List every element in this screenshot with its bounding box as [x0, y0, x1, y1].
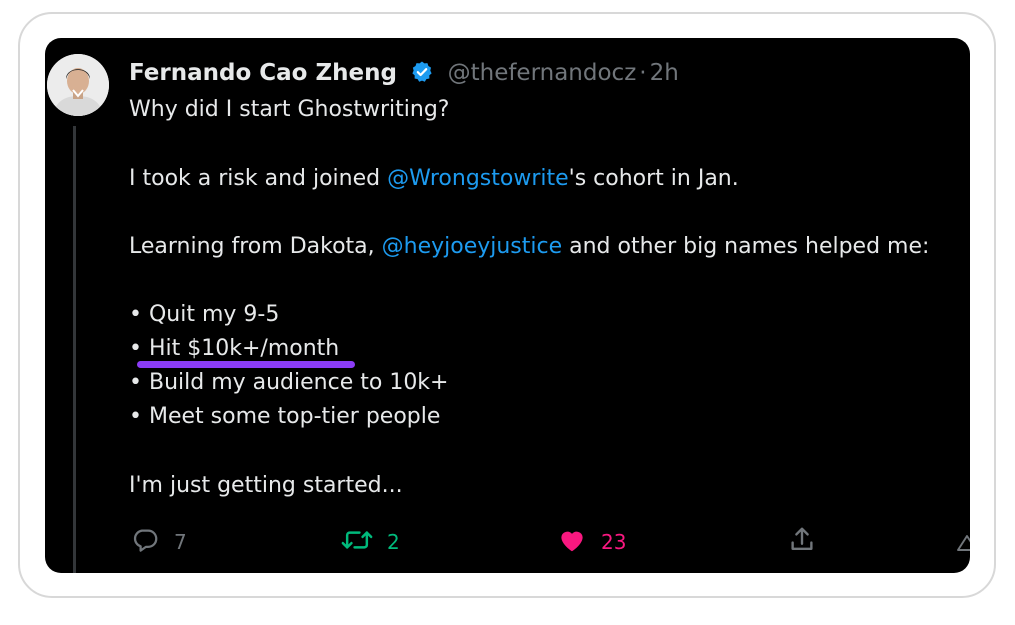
tweet-text-fragment: 's cohort in Jan. — [568, 166, 739, 191]
bullet-item: • Quit my 9-5 — [129, 302, 280, 327]
like-button[interactable]: 23 — [557, 526, 626, 558]
bookmark-icon[interactable] — [955, 526, 970, 558]
reply-button[interactable]: 7 — [130, 526, 187, 558]
retweet-button[interactable]: 2 — [341, 526, 400, 558]
heart-icon — [557, 525, 587, 559]
bullet-item: • Meet some top-tier people — [129, 404, 441, 429]
tweet-text-fragment: I took a risk and joined — [129, 166, 388, 191]
author-handle[interactable]: @thefernandocz — [448, 60, 637, 86]
partial-icon — [957, 535, 970, 551]
like-count: 23 — [601, 530, 627, 554]
thread-line — [73, 126, 76, 573]
verified-badge-icon — [410, 60, 434, 92]
tweet-header: Fernando Cao Zheng @thefernandocz · 2h — [129, 58, 679, 92]
bullet-item: • Build my audience to 10k+ — [129, 370, 449, 395]
mention-link[interactable]: @Wrongstowrite — [387, 166, 569, 191]
tweet-text-line: I'm just getting started... — [129, 473, 403, 498]
reply-count: 7 — [174, 530, 187, 554]
author-name[interactable]: Fernando Cao Zheng — [129, 60, 397, 86]
reply-icon — [130, 525, 160, 559]
tweet-text-fragment: and other big names helped me: — [562, 234, 930, 259]
retweet-icon — [341, 525, 373, 559]
tweet-text-line: Why did I start Ghostwriting? — [129, 97, 450, 122]
separator-dot: · — [639, 60, 647, 86]
tweet-card[interactable]: Fernando Cao Zheng @thefernandocz · 2h Why… — [45, 38, 970, 573]
share-icon — [787, 525, 817, 559]
share-button[interactable] — [787, 526, 817, 558]
timestamp[interactable]: 2h — [650, 60, 679, 86]
tweet-text-line: I took a risk and joined @Wrongstowrite'… — [129, 165, 739, 193]
mention-link[interactable]: @heyjoeyjustice — [382, 234, 563, 259]
retweet-count: 2 — [387, 530, 400, 554]
bullet-item: • Hit $10k+/month — [129, 336, 340, 361]
tweet-text-fragment: Learning from Dakota, — [129, 234, 382, 259]
avatar-photo — [47, 54, 109, 116]
highlight-underline — [137, 361, 355, 368]
tweet-text-line: Learning from Dakota, @heyjoeyjustice an… — [129, 233, 929, 261]
avatar[interactable] — [47, 54, 109, 116]
